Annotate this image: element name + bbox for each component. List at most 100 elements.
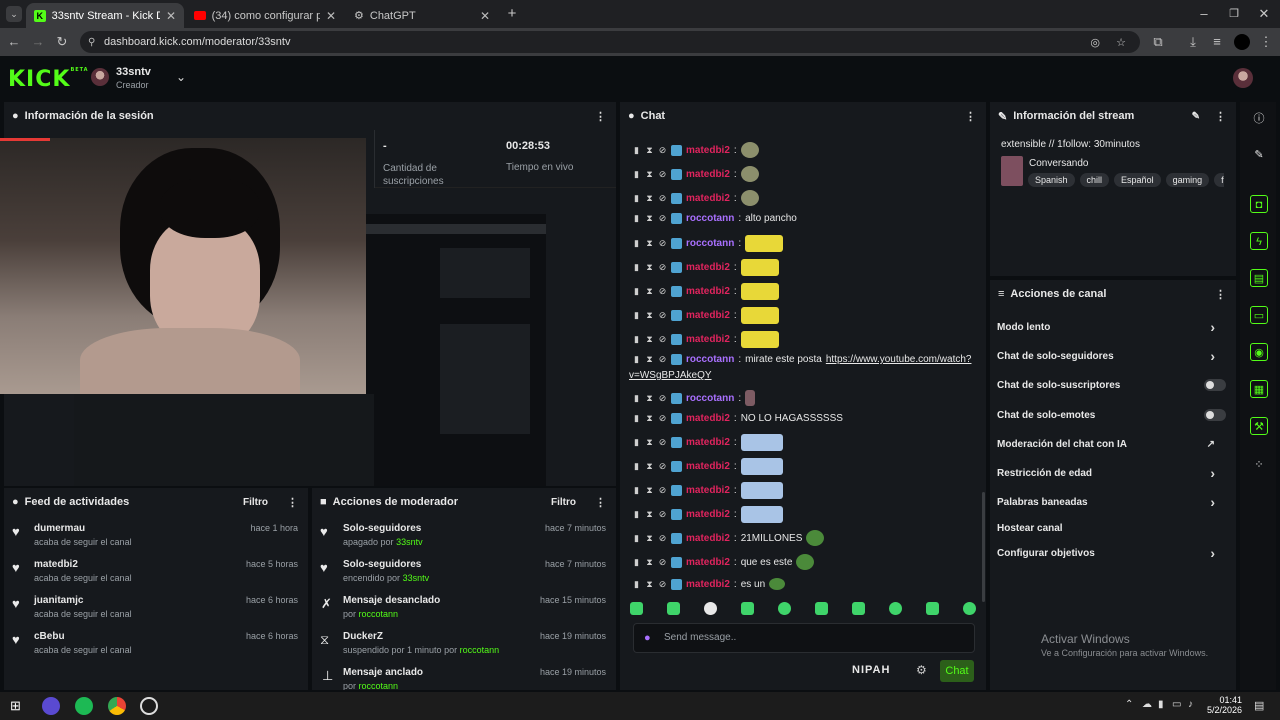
timeout-icon[interactable]: ⧗ xyxy=(645,286,654,297)
timeout-icon[interactable]: ⧗ xyxy=(645,579,654,590)
timeout-icon[interactable]: ⧗ xyxy=(645,354,654,365)
ban-icon[interactable]: ⊘ xyxy=(658,461,667,472)
chat-username[interactable]: matedbi2 xyxy=(686,145,730,156)
more-options-icon[interactable]: ⋮ xyxy=(595,496,606,509)
delete-icon[interactable]: ▮ xyxy=(632,262,641,273)
delete-icon[interactable]: ▮ xyxy=(632,393,641,404)
tab-search-icon[interactable]: ⌄ xyxy=(6,6,22,22)
chat-send-button[interactable]: Chat xyxy=(940,660,974,682)
ban-icon[interactable]: ⊘ xyxy=(658,354,667,365)
wrench-icon[interactable]: ⚒ xyxy=(1250,417,1268,435)
chat-username[interactable]: matedbi2 xyxy=(686,286,730,297)
cloud-icon[interactable]: ☁ xyxy=(1142,699,1152,710)
activity-user[interactable]: matedbi2 xyxy=(34,559,78,570)
ban-icon[interactable]: ⊘ xyxy=(658,145,667,156)
emote-icon[interactable] xyxy=(778,602,791,615)
info-icon[interactable]: ⓘ xyxy=(1250,110,1268,128)
timeout-icon[interactable]: ⧗ xyxy=(645,334,654,345)
chat-message[interactable]: ▮ ⧗ ⊘ matedbi2: xyxy=(632,458,783,475)
add-widget-icon[interactable]: ⁘ xyxy=(1250,456,1268,474)
activity-filter-button[interactable]: Filtro xyxy=(243,497,268,508)
chat-message[interactable]: ▮ ⧗ ⊘ roccotann: xyxy=(632,390,756,406)
windows-start-icon[interactable]: ⊞ xyxy=(10,698,21,714)
ban-icon[interactable]: ⊘ xyxy=(658,286,667,297)
chat-link[interactable]: v=WSgBPJAkeQY xyxy=(629,370,712,381)
chrome-icon[interactable] xyxy=(108,697,126,715)
profile-icon[interactable] xyxy=(1234,34,1250,50)
app-icon[interactable] xyxy=(42,697,60,715)
chat-icon[interactable]: ▭ xyxy=(1250,306,1268,324)
chat-username[interactable]: matedbi2 xyxy=(686,334,730,345)
close-icon[interactable]: ✕ xyxy=(480,9,490,23)
emote-icon[interactable] xyxy=(630,602,643,615)
emotes-only-toggle[interactable] xyxy=(1204,409,1226,421)
chat-message[interactable]: ▮ ⧗ ⊘ matedbi2: xyxy=(632,259,779,276)
user-avatar[interactable] xyxy=(1233,68,1253,88)
activity-user[interactable]: cBebu xyxy=(34,631,65,642)
more-options-icon[interactable]: ⋮ xyxy=(1215,288,1226,301)
chat-username[interactable]: matedbi2 xyxy=(686,509,730,520)
mod-action-by[interactable]: roccotann xyxy=(460,645,500,655)
timeout-icon[interactable]: ⧗ xyxy=(645,413,654,424)
activity-user[interactable]: dumermau xyxy=(34,523,85,534)
spotify-icon[interactable] xyxy=(75,697,93,715)
kick-logo[interactable]: KICKBETA xyxy=(8,67,89,92)
delete-icon[interactable]: ▮ xyxy=(632,193,641,204)
extensions-icon[interactable]: ⧉ xyxy=(1150,34,1166,50)
emote-icon[interactable] xyxy=(926,602,939,615)
tray-chevron-icon[interactable]: ⌃ xyxy=(1125,699,1133,710)
emote-icon[interactable] xyxy=(815,602,828,615)
chat-message-continuation[interactable]: v=WSgBPJAkeQY xyxy=(629,370,712,381)
delete-icon[interactable]: ▮ xyxy=(632,145,641,156)
back-icon[interactable]: ← xyxy=(6,34,22,50)
chat-message[interactable]: ▮ ⧗ ⊘ matedbi2: xyxy=(632,307,779,324)
chat-username[interactable]: matedbi2 xyxy=(686,413,730,424)
timeout-icon[interactable]: ⧗ xyxy=(645,437,654,448)
delete-icon[interactable]: ▮ xyxy=(632,461,641,472)
timeout-icon[interactable]: ⧗ xyxy=(645,213,654,224)
ban-icon[interactable]: ⊘ xyxy=(658,310,667,321)
timeout-icon[interactable]: ⧗ xyxy=(645,262,654,273)
window-close-icon[interactable]: ✕ xyxy=(1256,6,1272,22)
chat-username[interactable]: matedbi2 xyxy=(686,193,730,204)
chat-message[interactable]: ▮ ⧗ ⊘ matedbi2: xyxy=(632,190,759,206)
reading-list-icon[interactable]: ≡ xyxy=(1209,34,1225,50)
chat-username[interactable]: matedbi2 xyxy=(686,485,730,496)
lightning-icon[interactable]: ϟ xyxy=(1250,232,1268,250)
delete-icon[interactable]: ▮ xyxy=(632,169,641,180)
stream-category[interactable]: Conversando xyxy=(1029,158,1088,169)
mic-icon[interactable]: ▮ xyxy=(1158,699,1164,710)
chat-link[interactable]: https://www.youtube.com/watch? xyxy=(826,354,972,365)
delete-icon[interactable]: ▮ xyxy=(632,533,641,544)
chat-username[interactable]: roccotann xyxy=(686,238,734,249)
chat-message[interactable]: ▮ ⧗ ⊘ matedbi2:21MILLONES xyxy=(632,530,825,546)
new-tab-icon[interactable]: + xyxy=(504,6,520,22)
ban-icon[interactable]: ⊘ xyxy=(658,579,667,590)
action-banned-words[interactable]: Palabras baneadas › xyxy=(997,494,1229,510)
ban-icon[interactable]: ⊘ xyxy=(658,262,667,273)
menu-icon[interactable]: ⋮ xyxy=(1258,34,1274,50)
chat-message[interactable]: ▮ ⧗ ⊘ roccotann: alto pancho xyxy=(632,213,797,224)
ban-icon[interactable]: ⊘ xyxy=(658,334,667,345)
action-emotes-only[interactable]: Chat de solo-emotes xyxy=(997,408,1229,422)
timeout-icon[interactable]: ⧗ xyxy=(645,238,654,249)
delete-icon[interactable]: ▮ xyxy=(632,437,641,448)
network-icon[interactable]: ▭ xyxy=(1172,699,1181,710)
chat-message[interactable]: ▮ ⧗ ⊘ matedbi2: xyxy=(632,506,783,523)
chat-message[interactable]: ▮ ⧗ ⊘ roccotann: xyxy=(632,235,784,252)
delete-icon[interactable]: ▮ xyxy=(632,579,641,590)
nipah-logo[interactable]: NIPAH xyxy=(852,664,890,676)
activity-user[interactable]: juanitamjc xyxy=(34,595,83,606)
timeout-icon[interactable]: ⧗ xyxy=(645,193,654,204)
chat-username[interactable]: matedbi2 xyxy=(686,557,730,568)
ban-icon[interactable]: ⊘ xyxy=(658,413,667,424)
tab-youtube[interactable]: (34) como configurar para q lo ✕ xyxy=(186,3,344,28)
ban-icon[interactable]: ⊘ xyxy=(658,193,667,204)
edit-icon[interactable]: ✎ xyxy=(1250,146,1268,164)
close-icon[interactable]: ✕ xyxy=(166,9,176,23)
chat-scrollbar[interactable] xyxy=(982,492,985,602)
volume-icon[interactable]: ♪ xyxy=(1188,699,1193,710)
chat-username[interactable]: matedbi2 xyxy=(686,262,730,273)
mod-action-by[interactable]: 33sntv xyxy=(403,573,430,583)
ban-icon[interactable]: ⊘ xyxy=(658,485,667,496)
